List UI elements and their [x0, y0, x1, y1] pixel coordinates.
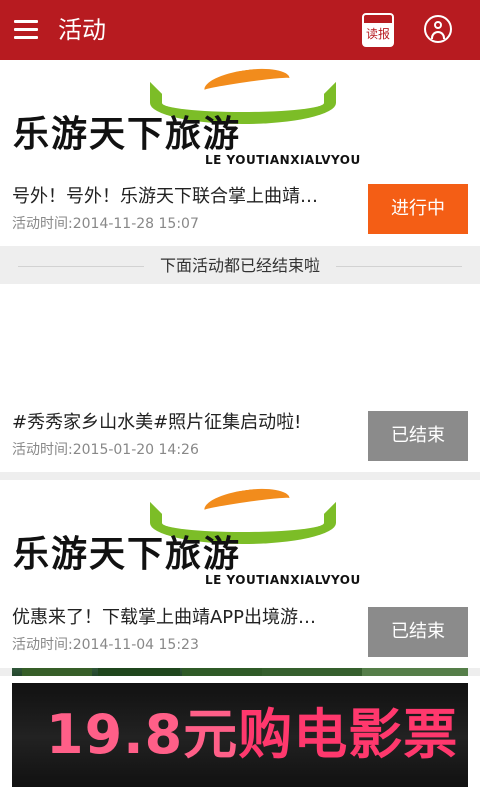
page-title: 活动 [58, 16, 106, 44]
app-bar: 活动 读报 [0, 0, 480, 60]
newspaper-label: 读报 [365, 27, 390, 41]
brand-chinese-name: 乐游天下旅游 [13, 533, 242, 575]
ended-events-divider: 下面活动都已经结束啦 [0, 248, 480, 284]
event-time: 活动时间:2014-11-04 15:23 [12, 637, 199, 653]
promo-card[interactable]: 19.8元购电影票 [0, 676, 480, 800]
brand-banner: 乐游天下旅游 LE YOUTIANXIALVYOU [0, 60, 480, 168]
event-status-button[interactable]: 已结束 [368, 411, 468, 461]
promo-price: 19.8元 [46, 703, 239, 766]
movie-ticket-promo-banner[interactable]: 19.8元购电影票 [12, 683, 468, 787]
user-icon[interactable] [424, 15, 452, 43]
promo-slogan: 购电影票 [238, 703, 459, 766]
brand-banner: 乐游天下旅游 LE YOUTIANXIALVYOU [0, 480, 480, 588]
newspaper-icon[interactable]: 读报 [362, 13, 394, 47]
brand-english-name: LE YOUTIANXIALVYOU [205, 573, 361, 587]
promo-text: 19.8元购电影票 [46, 703, 457, 766]
event-title: #秀秀家乡山水美#照片征集启动啦! [12, 412, 302, 433]
ended-events-label: 下面活动都已经结束啦 [159, 256, 320, 275]
event-status-button[interactable]: 进行中 [368, 184, 468, 234]
brand-english-name: LE YOUTIANXIALVYOU [205, 153, 361, 167]
active-event-card[interactable]: 乐游天下旅游 LE YOUTIANXIALVYOU 号外！号外！乐游天下联合掌上… [0, 60, 480, 246]
menu-icon[interactable] [14, 20, 38, 40]
event-time: 活动时间:2015-01-20 14:26 [12, 442, 199, 458]
brand-chinese-name: 乐游天下旅游 [13, 113, 242, 155]
ended-event-card[interactable]: #秀秀家乡山水美#照片征集启动啦! 活动时间:2015-01-20 14:26 … [0, 284, 480, 683]
ended-event-card[interactable]: 乐游天下旅游 LE YOUTIANXIALVYOU 优惠来了！下载掌上曲靖APP… [0, 480, 480, 668]
event-title: 号外！号外！乐游天下联合掌上曲靖… [12, 186, 318, 207]
event-status-button[interactable]: 已结束 [368, 607, 468, 657]
event-title: 优惠来了！下载掌上曲靖APP出境游… [12, 607, 317, 628]
event-time: 活动时间:2014-11-28 15:07 [12, 216, 199, 232]
